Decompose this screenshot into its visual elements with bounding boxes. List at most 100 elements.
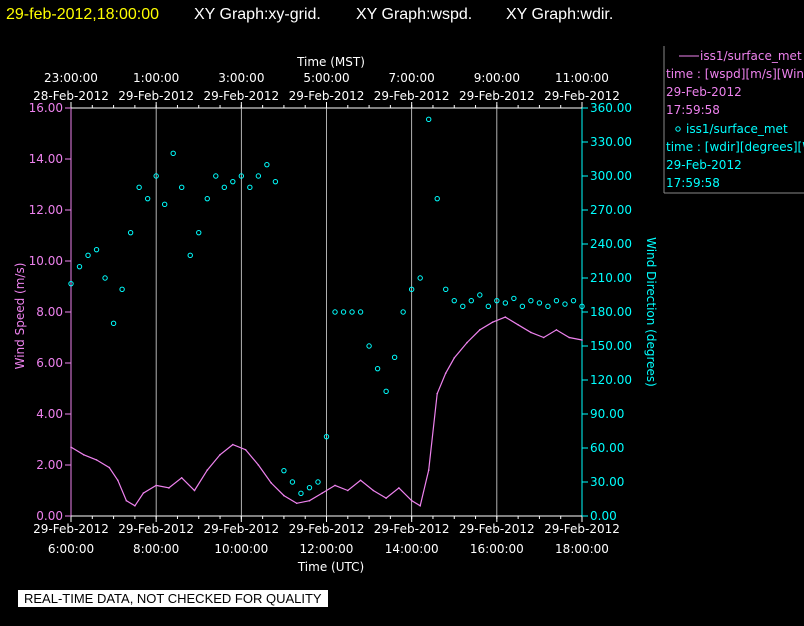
left-tick-label: 16.00 — [29, 101, 63, 115]
bottom-tick-time: 6:00:00 — [48, 542, 94, 556]
wind-direction-point — [519, 303, 526, 310]
wind-direction-point — [332, 309, 338, 315]
wind-speed-point — [82, 454, 85, 456]
wind-direction-point — [553, 297, 560, 304]
wind-speed-point — [581, 339, 583, 341]
wind-direction-point — [272, 178, 279, 185]
left-axis-title: Wind Speed (m/s) — [13, 263, 27, 370]
bottom-tick-date: 29-Feb-2012 — [459, 522, 535, 536]
right-tick-label: 330.00 — [590, 135, 632, 149]
legend-wspd-date: 29-Feb-2012 — [666, 85, 742, 99]
wind-direction-point — [545, 303, 551, 310]
wind-direction-point — [340, 309, 347, 315]
top-tick-time: 1:00:00 — [133, 71, 179, 85]
wind-speed-point — [95, 459, 98, 461]
wind-direction-point — [136, 184, 142, 191]
right-tick-label: 300.00 — [590, 169, 632, 183]
wind-speed-point — [555, 329, 558, 331]
top-tick-time: 11:00:00 — [555, 71, 609, 85]
wind-speed-point — [142, 492, 145, 494]
wind-speed-point — [219, 454, 221, 456]
wind-direction-point — [221, 184, 228, 191]
right-tick-label: 60.00 — [590, 441, 624, 455]
bottom-tick-date: 29-Feb-2012 — [544, 522, 620, 536]
top-tick-time: 9:00:00 — [474, 71, 520, 85]
legend-wspd-field: time : [wspd][m/s][Wind — [666, 67, 804, 81]
legend: iss1/surface_met time : [wspd][m/s][Wind… — [663, 46, 804, 194]
wind-direction-point — [562, 301, 568, 307]
wind-speed-point — [419, 505, 421, 507]
right-tick-label: 270.00 — [590, 203, 632, 217]
wind-speed-point — [168, 487, 170, 489]
left-tick-label: 12.00 — [29, 203, 63, 217]
wind-speed-point — [108, 466, 111, 469]
bottom-tick-time: 10:00:00 — [214, 542, 268, 556]
wind-direction-point — [306, 484, 313, 491]
left-tick-label: 14.00 — [29, 152, 63, 166]
header-title-xy-grid: XY Graph:xy-grid. — [194, 6, 321, 23]
wind-speed-point — [372, 489, 375, 492]
right-tick-label: 210.00 — [590, 271, 632, 285]
wind-direction-point — [127, 229, 134, 236]
wind-speed-point — [385, 497, 387, 499]
wind-direction-point — [511, 295, 517, 302]
right-tick-label: 30.00 — [590, 475, 624, 489]
wind-direction-point — [357, 309, 364, 315]
right-tick-label: 0.00 — [590, 509, 617, 523]
bottom-tick-time: 12:00:00 — [300, 542, 354, 556]
wind-direction-point — [110, 320, 117, 327]
legend-wspd-source: iss1/surface_met — [700, 49, 802, 63]
wind-speed-point — [504, 316, 507, 318]
wind-speed-point — [436, 392, 439, 395]
wind-direction-point — [179, 184, 185, 191]
top-tick-time: 5:00:00 — [303, 71, 349, 85]
legend-wdir-field: time : [wdir][degrees][Wi — [666, 140, 804, 154]
wind-direction-point — [93, 246, 100, 253]
left-tick-label: 6.00 — [36, 356, 63, 370]
wind-speed-point — [125, 499, 128, 502]
wind-speed-point — [398, 487, 400, 489]
wind-speed-point — [232, 443, 234, 446]
wind-direction-point — [170, 150, 176, 157]
wind-direction-point — [528, 297, 534, 304]
right-tick-label: 90.00 — [590, 407, 624, 421]
left-tick-label: 0.00 — [36, 509, 63, 523]
legend-wdir-date: 29-Feb-2012 — [666, 158, 742, 172]
wind-speed-point — [444, 372, 447, 375]
wind-direction-point — [443, 286, 449, 293]
wind-speed-point — [206, 469, 209, 471]
top-tick-date: 29-Feb-2012 — [118, 89, 194, 103]
wind-direction-point — [144, 195, 151, 202]
wind-direction-point — [570, 297, 577, 304]
left-tick-label: 8.00 — [36, 305, 63, 319]
wind-direction-point — [85, 252, 91, 259]
legend-wdir-time: 17:59:58 — [666, 176, 720, 190]
wind-speed-point — [308, 499, 311, 502]
right-tick-label: 120.00 — [590, 373, 632, 387]
legend-wdir-circle-marker — [675, 126, 681, 132]
wind-speed-point — [334, 484, 336, 487]
wind-direction-point — [383, 388, 389, 395]
wind-speed-point — [283, 494, 285, 497]
wind-speed-point — [70, 446, 72, 448]
wind-direction-point — [187, 252, 193, 259]
wind-speed-point — [134, 505, 136, 507]
wind-direction-point — [536, 300, 543, 306]
wind-direction-point — [102, 275, 108, 281]
top-tick-date: 29-Feb-2012 — [459, 89, 535, 103]
left-tick-label: 10.00 — [29, 254, 63, 268]
wind-direction-point — [161, 201, 168, 208]
wind-direction-point — [298, 490, 304, 497]
wind-direction-point — [281, 467, 287, 474]
bottom-tick-time: 14:00:00 — [385, 542, 439, 556]
bottom-tick-date: 29-Feb-2012 — [289, 522, 365, 536]
wind-direction-point — [255, 173, 262, 179]
top-tick-time: 3:00:00 — [218, 71, 264, 85]
bottom-tick-date: 29-Feb-2012 — [203, 522, 279, 536]
wind-speed-point — [517, 323, 519, 326]
wind-direction-point — [230, 178, 236, 185]
wind-speed-point — [410, 499, 413, 502]
wind-direction-point — [204, 195, 210, 202]
wind-speed-point — [244, 448, 247, 451]
header-title-wdir: XY Graph:wdir. — [506, 6, 613, 23]
